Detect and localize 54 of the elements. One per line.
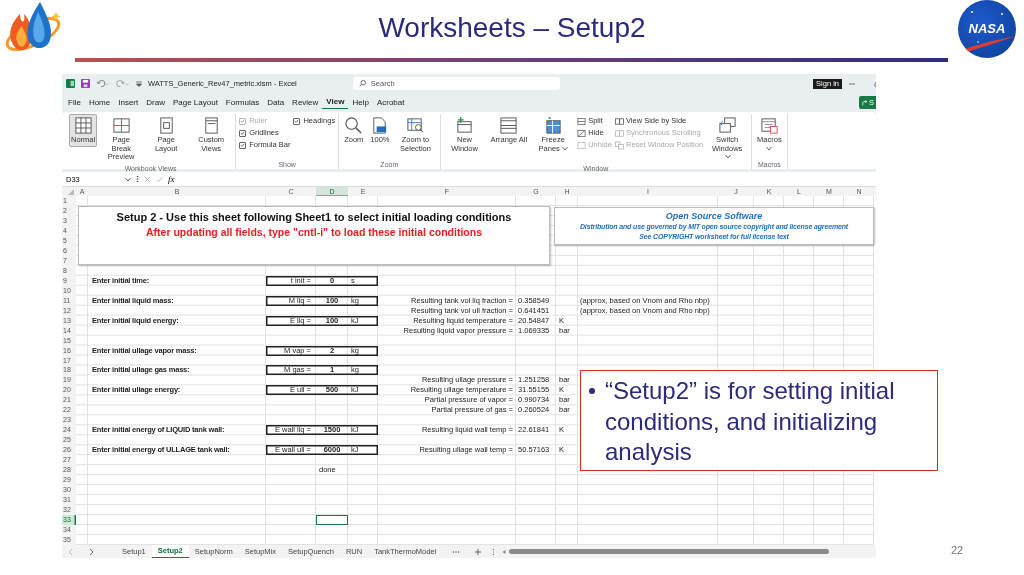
side-by-side-icon	[614, 116, 624, 126]
menu-tab[interactable]: Formulas	[221, 96, 264, 109]
menu-tab[interactable]: File	[64, 96, 85, 109]
zoom-icon	[344, 116, 364, 135]
menu-tab[interactable]: Help	[348, 96, 373, 109]
new-window-icon	[455, 116, 474, 135]
scroll-left-icon[interactable]	[501, 548, 508, 555]
round-logo: NASA	[958, 0, 1016, 58]
add-icon[interactable]	[474, 547, 483, 556]
unhide-icon	[577, 140, 587, 150]
page-number: 22	[951, 543, 964, 558]
check-icon[interactable]	[156, 175, 163, 183]
checkbox[interactable]	[293, 117, 301, 125]
selected-cell[interactable]	[316, 515, 348, 525]
checkbox[interactable]	[239, 129, 247, 137]
save-icon[interactable]	[81, 79, 90, 88]
menu-tab[interactable]: View	[322, 96, 349, 109]
chevron-icon[interactable]	[125, 176, 131, 182]
scrollbar-thumb[interactable]	[509, 549, 830, 554]
sync-scroll-icon	[614, 128, 624, 138]
warning-text: After updating all fields, type "cntl-i" to load these initial conditions	[145, 225, 483, 240]
spreadsheet-app-icon[interactable]	[66, 79, 75, 88]
customize-icon[interactable]	[136, 80, 142, 87]
callout-text: “Setup2” is for setting initial conditions, and initializing analysis	[605, 376, 896, 467]
menu-tab[interactable]: Draw	[142, 96, 169, 109]
windows-icon	[717, 116, 737, 135]
undo-icon[interactable]	[96, 79, 110, 88]
page-grid-icon	[111, 116, 131, 135]
menu-tab[interactable]: Page Layout	[168, 96, 222, 109]
zoom-selection-icon	[406, 116, 425, 135]
menu-tab[interactable]: Acrobat	[372, 96, 409, 109]
reset-window-icon	[614, 140, 624, 150]
checkbox[interactable]	[239, 141, 247, 149]
heading-text: Setup 2 - Use this sheet following Sheet1 to select initial loading conditions	[116, 210, 512, 225]
notice-title: Open Source Software	[665, 210, 763, 222]
handle-icon[interactable]	[492, 547, 496, 556]
slide-title: Worksheets – Setup2	[378, 12, 646, 43]
redo-icon[interactable]	[116, 79, 130, 88]
macro-icon	[759, 116, 779, 135]
grid-icon	[73, 116, 93, 135]
arrange-icon	[499, 116, 519, 135]
menu-tab[interactable]: Review	[288, 96, 323, 109]
close-icon[interactable]	[144, 175, 151, 183]
menu-tab[interactable]: Insert	[114, 96, 143, 109]
freeze-icon	[543, 116, 563, 135]
menu-tab[interactable]: Data	[263, 96, 289, 109]
split-icon	[577, 116, 587, 126]
bullet-icon	[589, 388, 595, 394]
hide-icon	[577, 128, 587, 138]
share-icon	[862, 99, 868, 106]
insert-function-button[interactable]: fx	[168, 174, 175, 184]
handle-icon[interactable]	[136, 175, 139, 183]
menu-tab[interactable]: Home	[84, 96, 115, 109]
search-icon	[358, 80, 366, 87]
